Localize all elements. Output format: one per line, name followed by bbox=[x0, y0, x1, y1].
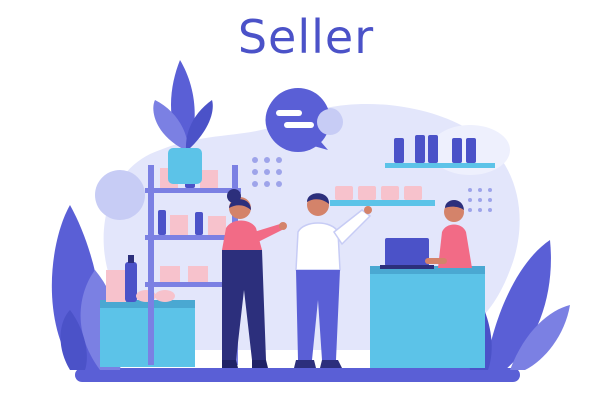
product-tray bbox=[330, 186, 435, 206]
counter-icon bbox=[370, 266, 485, 368]
floor bbox=[75, 368, 520, 382]
laptop-icon bbox=[380, 238, 434, 269]
seller-illustration: Seller bbox=[0, 0, 612, 408]
page-title: Seller bbox=[237, 10, 375, 64]
